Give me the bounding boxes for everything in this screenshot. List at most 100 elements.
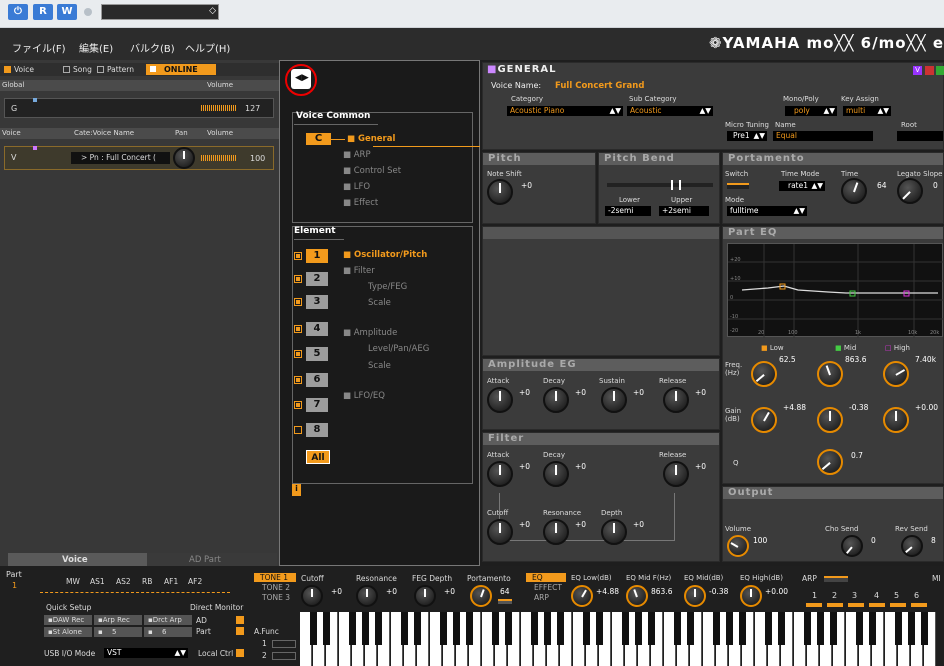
element-1-button[interactable]: 1 — [306, 249, 328, 263]
black-key[interactable] — [531, 612, 538, 645]
read-button[interactable]: R — [33, 4, 53, 20]
black-key[interactable] — [505, 612, 512, 645]
qs-6-button[interactable]: ▪ 6 — [144, 627, 192, 637]
st-alone-button[interactable]: ▪St Alone — [44, 627, 92, 637]
pitch-bend-range-bar[interactable] — [607, 180, 713, 190]
micro-tuning-select[interactable]: Pre1 ▲▼ — [727, 131, 767, 141]
arp-rec-button[interactable]: ▪Arp Rec — [94, 615, 142, 625]
element-all-button[interactable]: All — [306, 450, 330, 464]
voice-checkbox[interactable] — [4, 66, 11, 73]
element-2-button[interactable]: 2 — [306, 272, 328, 286]
element-8-checkbox[interactable] — [294, 426, 302, 434]
ad-monitor-checkbox[interactable] — [236, 616, 244, 624]
black-key[interactable] — [687, 612, 694, 645]
nav-lfo[interactable]: ■ LFO — [343, 182, 370, 192]
mono-poly-select[interactable]: poly ▲▼ — [785, 106, 837, 116]
tone-2-button[interactable]: TONE 2 — [262, 584, 290, 592]
note-shift-knob[interactable] — [487, 179, 513, 205]
tab-voice-bottom[interactable]: Voice — [8, 553, 147, 566]
black-key[interactable] — [739, 612, 746, 645]
black-key[interactable] — [414, 612, 421, 645]
element-4-checkbox[interactable] — [294, 325, 302, 333]
black-key[interactable] — [401, 612, 408, 645]
write-button[interactable]: W — [57, 4, 77, 20]
part-value[interactable]: 1 — [12, 582, 17, 590]
filter-attack-knob[interactable] — [487, 461, 513, 487]
q-mid-knob[interactable] — [817, 449, 843, 475]
tuning-name-field[interactable]: Equal — [773, 131, 873, 141]
element-7-button[interactable]: 7 — [306, 398, 328, 412]
black-key[interactable] — [726, 612, 733, 645]
black-key[interactable] — [856, 612, 863, 645]
nav-scale-amp[interactable]: Scale — [368, 361, 391, 371]
menu-help[interactable]: ヘルプ(H) — [185, 40, 230, 55]
black-key[interactable] — [362, 612, 369, 645]
nav-scale-filter[interactable]: Scale — [368, 298, 391, 308]
amp-attack-knob[interactable] — [487, 387, 513, 413]
element-1-checkbox[interactable] — [294, 252, 302, 260]
nav-type-feg[interactable]: Type/FEG — [368, 282, 407, 292]
song-checkbox[interactable] — [63, 66, 70, 73]
black-key[interactable] — [596, 612, 603, 645]
element-6-checkbox[interactable] — [294, 376, 302, 384]
tone-3-button[interactable]: TONE 3 — [262, 594, 290, 602]
black-key[interactable] — [674, 612, 681, 645]
black-key[interactable] — [492, 612, 499, 645]
common-c-button[interactable]: C — [306, 133, 331, 145]
nav-general[interactable]: ■ General — [347, 134, 395, 144]
black-key[interactable] — [635, 612, 642, 645]
time-mode-select[interactable]: rate1 ▲▼ — [779, 181, 825, 191]
root-field[interactable] — [897, 131, 943, 141]
menu-file[interactable]: ファイル(F) — [12, 40, 66, 55]
black-key[interactable] — [544, 612, 551, 645]
voice-row[interactable]: V > Pn : Full Concert ( 100 — [4, 146, 274, 170]
black-key[interactable] — [557, 612, 564, 645]
pan-knob[interactable] — [173, 147, 195, 169]
cutoff-knob[interactable] — [487, 519, 513, 545]
freq-mid-knob[interactable] — [817, 361, 843, 387]
nav-filter[interactable]: ■ Filter — [343, 266, 375, 276]
black-key[interactable] — [713, 612, 720, 645]
online-button[interactable]: ONLINE — [146, 64, 216, 75]
black-key[interactable] — [453, 612, 460, 645]
nav-control-set[interactable]: ■ Control Set — [343, 166, 401, 176]
info-icon[interactable]: i — [292, 484, 301, 496]
element-5-checkbox[interactable] — [294, 350, 302, 358]
gain-mid-knob[interactable] — [817, 407, 843, 433]
nav-oscillator-pitch[interactable]: ■ Oscillator/Pitch — [343, 250, 427, 260]
black-key[interactable] — [804, 612, 811, 645]
part-monitor-checkbox[interactable] — [236, 627, 244, 635]
daw-rec-button[interactable]: ▪DAW Rec — [44, 615, 92, 625]
black-key[interactable] — [648, 612, 655, 645]
global-row[interactable]: G 127 — [4, 98, 274, 118]
local-ctrl-checkbox[interactable] — [236, 649, 244, 657]
black-key[interactable] — [375, 612, 382, 645]
menu-bulk[interactable]: バルク(B) — [130, 40, 175, 55]
gain-low-knob[interactable] — [751, 407, 777, 433]
porta-mode-select[interactable]: fulltime ▲▼ — [727, 206, 807, 216]
element-3-checkbox[interactable] — [294, 298, 302, 306]
element-3-button[interactable]: 3 — [306, 295, 328, 309]
resonance-knob[interactable] — [543, 519, 569, 545]
nav-arp[interactable]: ■ ARP — [343, 150, 371, 160]
black-key[interactable] — [440, 612, 447, 645]
voice-volume-bar[interactable] — [201, 155, 237, 161]
amp-sustain-knob[interactable] — [601, 387, 627, 413]
amp-decay-knob[interactable] — [543, 387, 569, 413]
filter-decay-knob[interactable] — [543, 461, 569, 487]
black-key[interactable] — [349, 612, 356, 645]
black-key[interactable] — [895, 612, 902, 645]
black-key[interactable] — [765, 612, 772, 645]
pattern-checkbox[interactable] — [97, 66, 104, 73]
output-volume-knob[interactable] — [727, 535, 749, 557]
element-2-checkbox[interactable] — [294, 275, 302, 283]
global-volume-bar[interactable] — [201, 105, 237, 111]
pb-lower-field[interactable]: -2semi — [605, 206, 651, 216]
depth-knob[interactable] — [601, 519, 627, 545]
freq-low-knob[interactable] — [751, 361, 777, 387]
qs-5-button[interactable]: ▪ 5 — [94, 627, 142, 637]
nav-lfo-eq[interactable]: ■ LFO/EQ — [343, 391, 385, 401]
black-key[interactable] — [778, 612, 785, 645]
pb-upper-field[interactable]: +2semi — [659, 206, 709, 216]
nav-amplitude[interactable]: ■ Amplitude — [343, 328, 397, 338]
